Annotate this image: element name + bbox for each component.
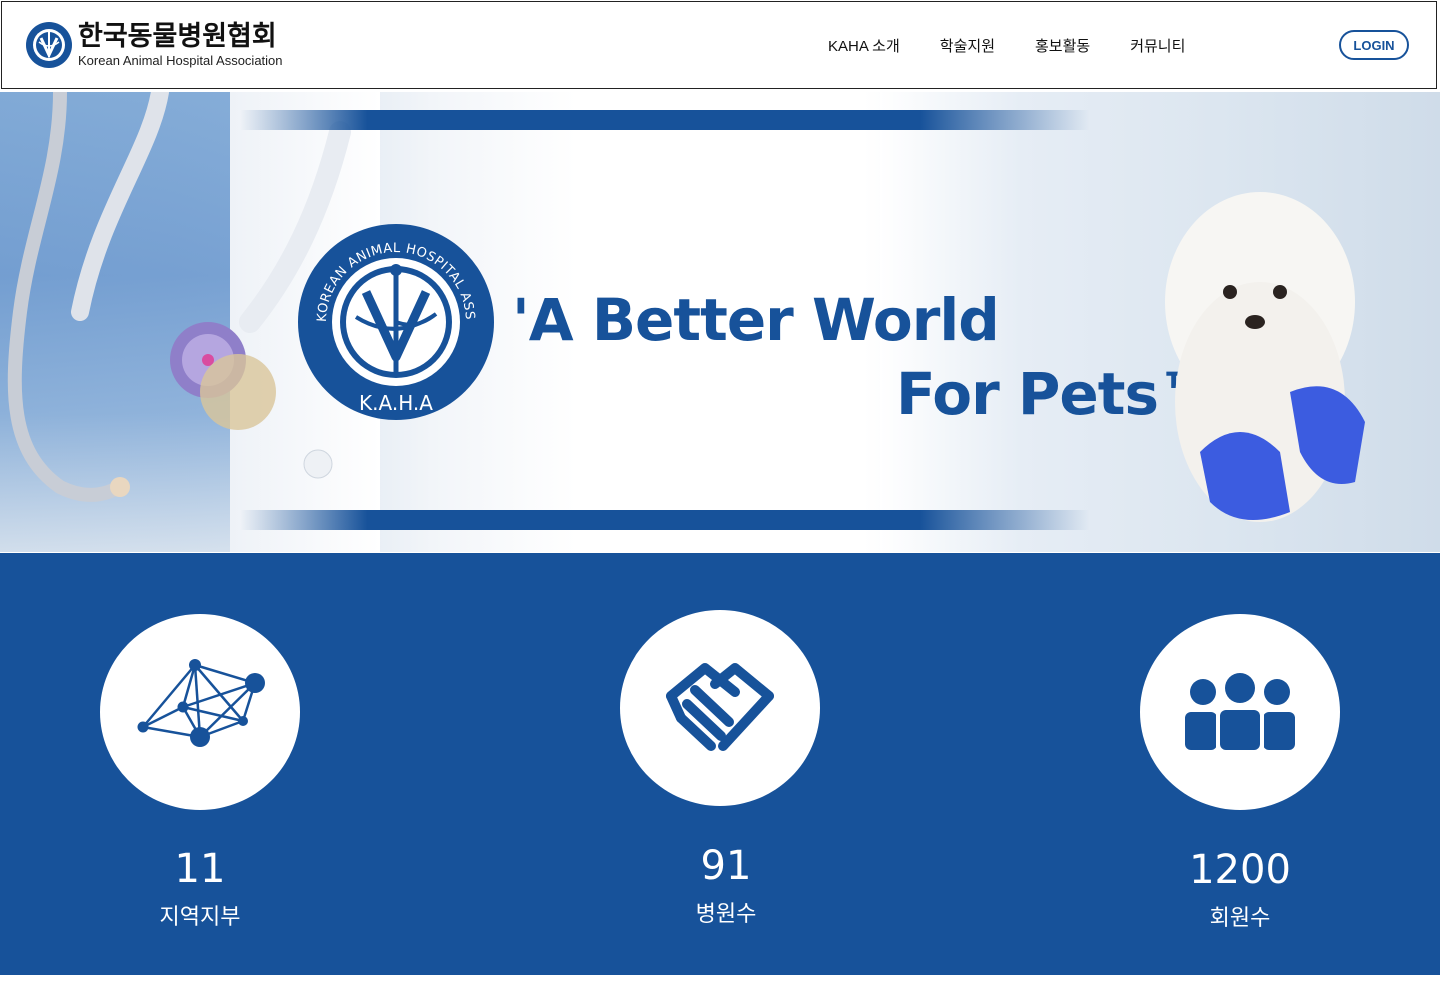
login-button[interactable]: LOGIN: [1339, 30, 1409, 60]
stats-section: 11 지역지부 91 병원수 1200 회원수: [0, 553, 1440, 975]
people-group-icon: [1185, 673, 1295, 750]
network-icon: [137, 659, 265, 747]
nav-item-community[interactable]: 커뮤니티: [1130, 35, 1185, 56]
handshake-icon: [666, 663, 774, 751]
kaha-emblem-icon: [26, 22, 72, 68]
hero-slogan-line1: 'A Better World: [512, 286, 1000, 354]
stat-hospitals-value: 91: [700, 843, 752, 889]
stat-members-circle: [1140, 614, 1340, 810]
logo-korean-name: 한국동물병원협회: [78, 21, 277, 52]
emblem-ring-text: KOREAN ANIMAL HOSPITAL ASSOCIATION K.A.H…: [296, 222, 477, 415]
stat-branches-circle: [100, 614, 300, 810]
nav-item-about[interactable]: KAHA 소개: [828, 35, 900, 56]
nav-item-academic[interactable]: 학술지원: [940, 35, 995, 56]
site-header: 한국동물병원협회 Korean Animal Hospital Associat…: [1, 1, 1437, 89]
hero-bottom-bar: [240, 510, 1090, 530]
stat-members-label: 회원수: [1209, 906, 1271, 931]
hero-banner: KOREAN ANIMAL HOSPITAL ASSOCIATION K.A.H…: [0, 92, 1440, 552]
hero-top-bar: [240, 110, 1090, 130]
nav-item-pr[interactable]: 홍보활동: [1035, 35, 1090, 56]
stat-branches-label: 지역지부: [159, 905, 241, 930]
stat-members-value: 1200: [1189, 847, 1291, 893]
stat-hospitals-label: 병원수: [695, 902, 757, 927]
site-logo[interactable]: 한국동물병원협회 Korean Animal Hospital Associat…: [24, 20, 283, 70]
stat-hospitals-circle: [620, 610, 820, 806]
main-nav: KAHA 소개 학술지원 홍보활동 커뮤니티: [828, 35, 1225, 56]
svg-text:KOREAN ANIMAL HOSPITAL ASSOCIA: KOREAN ANIMAL HOSPITAL ASSOCIATION: [296, 222, 477, 322]
logo-english-name: Korean Animal Hospital Association: [78, 53, 283, 68]
white-puppy-image: [1165, 192, 1365, 522]
stat-branches-value: 11: [174, 846, 226, 892]
emblem-initials: K.A.H.A: [359, 391, 433, 415]
